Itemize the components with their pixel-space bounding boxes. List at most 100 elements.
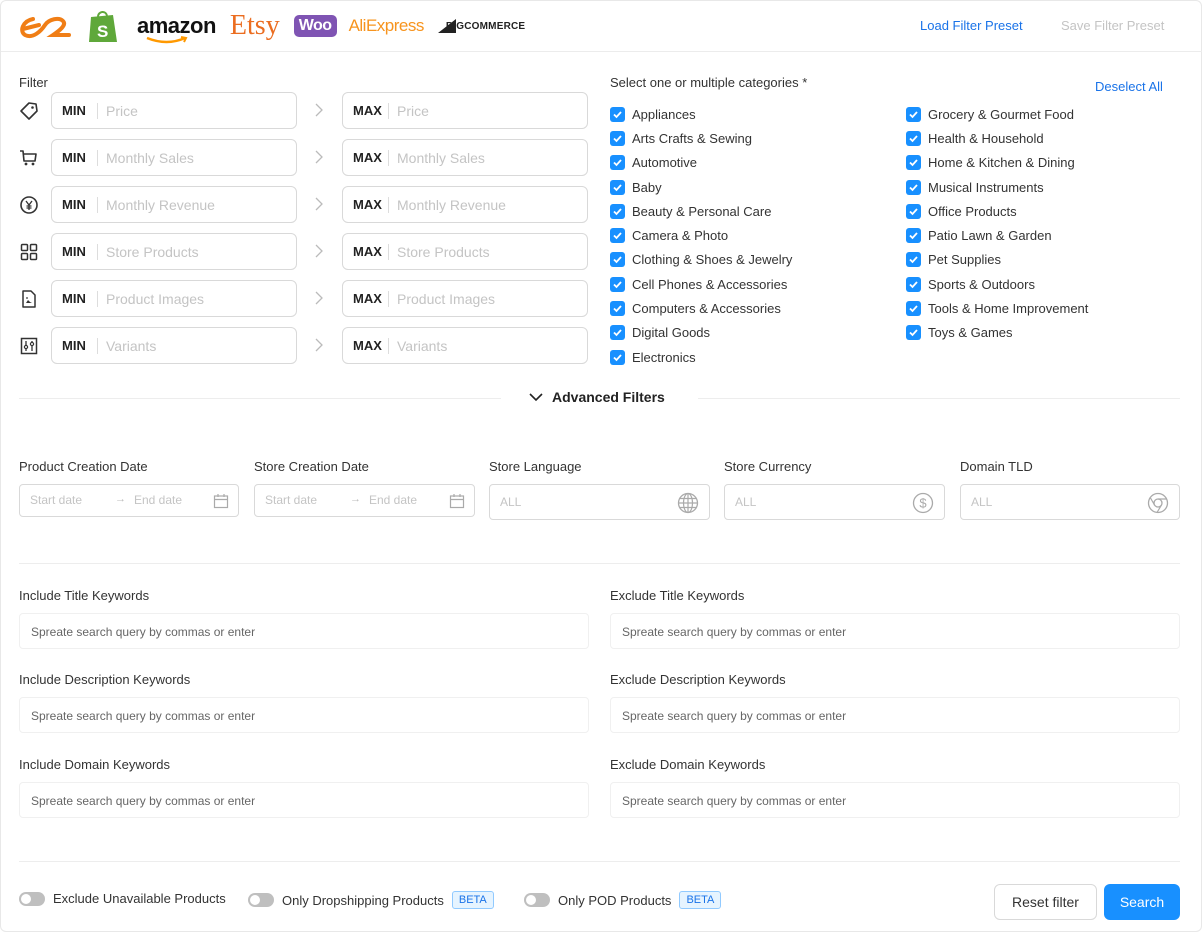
- save-filter-preset-link[interactable]: Save Filter Preset: [1061, 18, 1164, 33]
- filter-panel: S amazon Etsy Woo AliExpress BIGCOMMERCE…: [0, 0, 1202, 932]
- category-checkbox[interactable]: Cell Phones & Accessories: [610, 272, 792, 296]
- checkbox-checked-icon[interactable]: [610, 349, 625, 365]
- monthly-sales-min-input[interactable]: MIN Monthly Sales: [51, 139, 297, 176]
- checkbox-checked-icon[interactable]: [906, 325, 921, 341]
- category-checkbox[interactable]: Camera & Photo: [610, 223, 792, 247]
- checkbox-checked-icon[interactable]: [610, 252, 625, 268]
- include-title-keywords-input[interactable]: Spreate search query by commas or enter: [19, 613, 589, 649]
- category-checkbox[interactable]: Electronics: [610, 345, 792, 369]
- etsy-logo[interactable]: Etsy: [230, 10, 280, 42]
- include-domain-keywords-input[interactable]: Spreate search query by commas or enter: [19, 782, 589, 818]
- store-currency-select[interactable]: ALL $: [724, 484, 945, 520]
- load-filter-preset-link[interactable]: Load Filter Preset: [920, 18, 1023, 33]
- exclude-description-keywords-input[interactable]: Spreate search query by commas or enter: [610, 697, 1180, 733]
- include-domain-keywords-label: Include Domain Keywords: [19, 757, 171, 772]
- store-currency-label: Store Currency: [724, 459, 812, 474]
- advanced-filters-toggle[interactable]: Advanced Filters: [529, 389, 665, 405]
- checkbox-checked-icon[interactable]: [906, 106, 921, 122]
- only-pod-toggle[interactable]: [524, 893, 550, 907]
- category-checkbox[interactable]: Clothing & Shoes & Jewelry: [610, 248, 792, 272]
- exclude-domain-keywords-input[interactable]: Spreate search query by commas or enter: [610, 782, 1180, 818]
- domain-tld-select[interactable]: ALL: [960, 484, 1180, 520]
- globe-icon: [677, 492, 699, 519]
- chevron-down-icon: [529, 393, 543, 402]
- category-checkbox[interactable]: Computers & Accessories: [610, 296, 792, 320]
- shopify-logo[interactable]: S: [87, 8, 119, 44]
- variants-max-input[interactable]: MAX Variants: [342, 327, 588, 364]
- category-checkbox[interactable]: Arts Crafts & Sewing: [610, 126, 792, 150]
- store-products-min-input[interactable]: MIN Store Products: [51, 233, 297, 270]
- header-bar: S amazon Etsy Woo AliExpress BIGCOMMERCE…: [1, 1, 1202, 52]
- exclude-unavailable-toggle[interactable]: [19, 891, 45, 906]
- search-button[interactable]: Search: [1104, 884, 1180, 920]
- alibaba-logo[interactable]: [19, 11, 71, 41]
- checkbox-checked-icon[interactable]: [610, 228, 625, 244]
- only-dropshipping-toggle[interactable]: [248, 893, 274, 907]
- category-checkbox[interactable]: Digital Goods: [610, 321, 792, 345]
- exclude-domain-keywords-label: Exclude Domain Keywords: [610, 757, 766, 772]
- bigcommerce-logo[interactable]: BIGCOMMERCE: [437, 19, 525, 33]
- category-checkbox[interactable]: Grocery & Gourmet Food: [906, 102, 1088, 126]
- category-checkbox[interactable]: Health & Household: [906, 126, 1088, 150]
- category-checkbox[interactable]: Baby: [610, 175, 792, 199]
- monthly-revenue-min-input[interactable]: MIN Monthly Revenue: [51, 186, 297, 223]
- category-checkbox[interactable]: Beauty & Personal Care: [610, 199, 792, 223]
- store-language-select[interactable]: ALL: [489, 484, 710, 520]
- include-description-keywords-input[interactable]: Spreate search query by commas or enter: [19, 697, 589, 733]
- exclude-title-keywords-label: Exclude Title Keywords: [610, 588, 745, 603]
- checkbox-checked-icon[interactable]: [906, 155, 921, 171]
- store-products-max-input[interactable]: MAX Store Products: [342, 233, 588, 270]
- categories-left-column: Appliances Arts Crafts & Sewing Automoti…: [610, 102, 792, 369]
- category-checkbox[interactable]: Toys & Games: [906, 321, 1088, 345]
- category-checkbox[interactable]: Sports & Outdoors: [906, 272, 1088, 296]
- deselect-all-link[interactable]: Deselect All: [1095, 79, 1163, 94]
- checkbox-checked-icon[interactable]: [610, 106, 625, 122]
- checkbox-checked-icon[interactable]: [906, 179, 921, 195]
- woo-logo[interactable]: Woo: [293, 15, 337, 37]
- checkbox-checked-icon[interactable]: [906, 203, 921, 219]
- checkbox-checked-icon[interactable]: [610, 179, 625, 195]
- checkbox-checked-icon[interactable]: [610, 155, 625, 171]
- exclude-description-keywords-label: Exclude Description Keywords: [610, 672, 786, 687]
- product-creation-date-picker[interactable]: Start date → End date: [19, 484, 239, 517]
- product-images-max-input[interactable]: MAX Product Images: [342, 280, 588, 317]
- exclude-title-keywords-input[interactable]: Spreate search query by commas or enter: [610, 613, 1180, 649]
- reset-filter-button[interactable]: Reset filter: [994, 884, 1097, 920]
- category-checkbox[interactable]: Patio Lawn & Garden: [906, 223, 1088, 247]
- store-creation-date-picker[interactable]: Start date → End date: [254, 484, 475, 517]
- checkbox-checked-icon[interactable]: [610, 325, 625, 341]
- amazon-logo[interactable]: amazon: [137, 13, 216, 44]
- beta-badge: BETA: [679, 891, 722, 909]
- checkbox-checked-icon[interactable]: [610, 276, 625, 292]
- category-checkbox[interactable]: Pet Supplies: [906, 248, 1088, 272]
- price-min-input[interactable]: MIN Price: [51, 92, 297, 129]
- checkbox-checked-icon[interactable]: [610, 301, 625, 317]
- checkbox-checked-icon[interactable]: [906, 252, 921, 268]
- price-max-input[interactable]: MAX Price: [342, 92, 588, 129]
- category-checkbox[interactable]: Appliances: [610, 102, 792, 126]
- monthly-sales-max-input[interactable]: MAX Monthly Sales: [342, 139, 588, 176]
- category-checkbox[interactable]: Musical Instruments: [906, 175, 1088, 199]
- aliexpress-logo[interactable]: AliExpress: [349, 16, 425, 36]
- variants-min-input[interactable]: MIN Variants: [51, 327, 297, 364]
- category-checkbox[interactable]: Tools & Home Improvement: [906, 296, 1088, 320]
- checkbox-checked-icon[interactable]: [906, 130, 921, 146]
- include-description-keywords-label: Include Description Keywords: [19, 672, 191, 687]
- filter-label: Filter: [19, 75, 48, 90]
- product-images-min-input[interactable]: MIN Product Images: [51, 280, 297, 317]
- checkbox-checked-icon[interactable]: [906, 276, 921, 292]
- checkbox-checked-icon[interactable]: [906, 228, 921, 244]
- only-pod-toggle-group: Only POD Products BETA: [524, 891, 722, 909]
- chevron-right-icon: [313, 242, 325, 260]
- checkbox-checked-icon[interactable]: [610, 130, 625, 146]
- domain-tld-label: Domain TLD: [960, 459, 1033, 474]
- checkbox-checked-icon[interactable]: [906, 301, 921, 317]
- chevron-right-icon: [313, 289, 325, 307]
- calendar-icon: [449, 493, 465, 514]
- category-checkbox[interactable]: Automotive: [610, 151, 792, 175]
- category-checkbox[interactable]: Office Products: [906, 199, 1088, 223]
- category-checkbox[interactable]: Home & Kitchen & Dining: [906, 151, 1088, 175]
- checkbox-checked-icon[interactable]: [610, 203, 625, 219]
- monthly-revenue-max-input[interactable]: MAX Monthly Revenue: [342, 186, 588, 223]
- divider: [19, 861, 1180, 862]
